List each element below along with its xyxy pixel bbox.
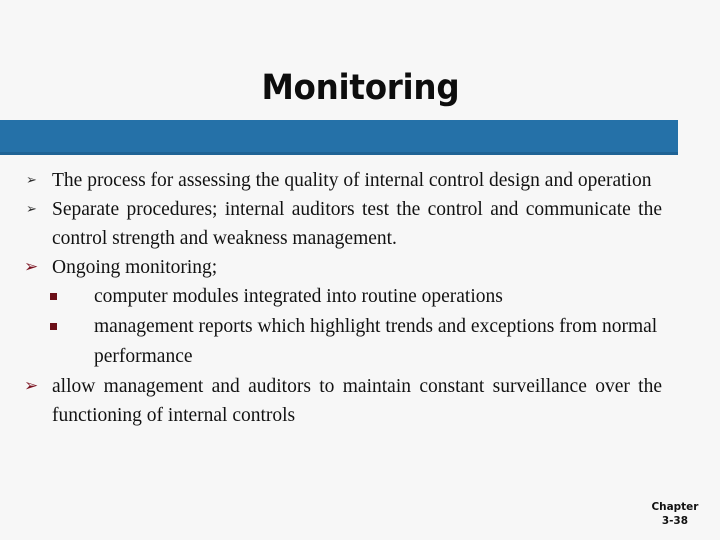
list-item-text: Ongoing monitoring; [52,257,218,278]
list-item-text: computer modules integrated into routine… [94,286,503,307]
list-item-text: The process for assessing the quality of… [52,170,652,191]
list-item-text: Separate procedures; internal auditors t… [52,199,662,249]
slide-footer: Chapter 3-38 [651,500,698,528]
list-item: ➢ allow management and auditors to maint… [22,372,662,430]
list-item: management reports which highlight trend… [22,312,662,372]
list-item-text: management reports which highlight trend… [94,316,658,367]
arrow-bullet-icon: ➢ [24,257,39,277]
title-accent-bar-shadow [0,152,678,155]
list-item: ➢ Ongoing monitoring; [22,253,662,282]
list-item: ➢ The process for assessing the quality … [22,166,662,195]
footer-chapter-label: Chapter [651,500,698,513]
footer-chapter-number: 3-38 [661,514,688,527]
list-item: computer modules integrated into routine… [22,282,662,312]
bullet-list: ➢ The process for assessing the quality … [22,166,662,430]
list-item-text: allow management and auditors to maintai… [52,376,662,426]
list-item: ➢ Separate procedures; internal auditors… [22,195,662,253]
page-title: Monitoring [261,68,459,109]
square-bullet-icon [50,323,57,330]
slide-canvas: Monitoring ➢ The process for assessing t… [0,0,720,540]
arrow-bullet-icon: ➢ [24,376,39,396]
title-accent-bar [0,120,678,155]
arrow-bullet-icon: ➢ [26,173,37,188]
square-bullet-icon [50,293,57,300]
arrow-bullet-icon: ➢ [26,202,37,217]
